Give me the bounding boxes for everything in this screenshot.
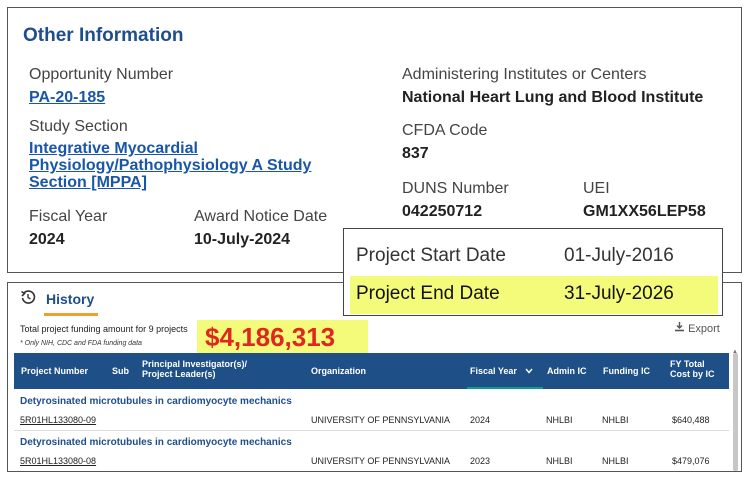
project-number-link[interactable]: 5R01HL133080-08 (20, 456, 96, 466)
download-icon (674, 322, 688, 335)
col-project-number[interactable]: Project Number (21, 366, 88, 376)
col-admin-ic[interactable]: Admin IC (547, 366, 587, 376)
project-start-label: Project Start Date (356, 245, 506, 266)
admin-ic-cell: NHLBI (546, 456, 573, 466)
fy-total-cost-cell: $640,488 (672, 415, 710, 425)
award-notice-date-value: 10-July-2024 (194, 231, 291, 248)
uei-label: UEI (583, 180, 610, 197)
project-title-link[interactable]: Detyrosinated microtubules in cardiomyoc… (20, 396, 292, 407)
organization-cell: UNIVERSITY OF PENNSYLVANIA (311, 415, 451, 425)
project-dates-callout: Project Start Date 01-July-2016 Project … (343, 228, 723, 316)
sorted-column-indicator (467, 387, 543, 389)
fiscal-year-value: 2024 (29, 231, 65, 248)
project-start-row: Project Start Date 01-July-2016 (344, 238, 722, 276)
col-pi-line-1: Principal Investigator(s)/ (142, 359, 248, 369)
project-start-value: 01-July-2016 (564, 245, 674, 266)
study-section-link[interactable]: Integrative Myocardial Physiology/Pathop… (29, 140, 349, 191)
study-section-line-2: Physiology/Pathophysiology A Study (29, 157, 312, 174)
study-section-label: Study Section (29, 118, 128, 135)
col-principal-investigator[interactable]: Principal Investigator(s)/ Project Leade… (142, 359, 247, 379)
project-number-link[interactable]: 5R01HL133080-09 (20, 415, 96, 425)
study-section-line-3: Section [MPPA] (29, 174, 147, 191)
administering-ic-label: Administering Institutes or Centers (402, 66, 647, 83)
funding-ic-cell: NHLBI (602, 415, 629, 425)
cfda-code-label: CFDA Code (402, 122, 488, 139)
col-fiscal-year[interactable]: Fiscal Year (470, 366, 533, 376)
study-section-line-1: Integrative Myocardial (29, 140, 198, 157)
total-funding-amount: $4,186,313 (205, 322, 336, 352)
row-divider (14, 430, 729, 431)
history-table-header: Project Number Sub Principal Investigato… (14, 353, 729, 389)
fiscal-year-cell: 2023 (470, 456, 491, 466)
fy-total-cost-cell: $479,076 (672, 456, 710, 466)
col-fiscal-year-label: Fiscal Year (470, 366, 517, 376)
total-amount-highlight: $4,186,313 (197, 320, 368, 353)
col-organization[interactable]: Organization (311, 366, 366, 376)
other-information-title: Other Information (23, 25, 184, 46)
active-tab-indicator (44, 313, 98, 316)
tab-history[interactable]: History (46, 291, 94, 307)
cfda-code-value: 837 (402, 145, 429, 162)
history-icon (20, 289, 36, 309)
project-title-link[interactable]: Detyrosinated microtubules in cardiomyoc… (20, 437, 292, 448)
admin-ic-cell: NHLBI (546, 415, 573, 425)
export-label: Export (688, 323, 720, 335)
duns-number-value: 042250712 (402, 203, 483, 220)
project-end-label: Project End Date (356, 283, 500, 304)
vertical-scrollbar[interactable] (733, 353, 738, 471)
col-fy-total-cost[interactable]: FY Total Cost by IC (670, 359, 715, 379)
project-end-row: Project End Date 31-July-2026 (350, 276, 718, 314)
col-funding-ic[interactable]: Funding IC (603, 366, 650, 376)
opportunity-number-link[interactable]: PA-20-185 (29, 89, 105, 106)
opportunity-number-label: Opportunity Number (29, 66, 174, 83)
project-end-value: 31-July-2026 (564, 283, 674, 304)
fiscal-year-label: Fiscal Year (29, 208, 108, 225)
col-pi-line-2: Project Leader(s) (142, 369, 216, 379)
col-fy-total-line-2: Cost by IC (670, 369, 715, 379)
funding-source-note: * Only NIH, CDC and FDA funding data (20, 340, 142, 347)
sort-descending-icon (525, 366, 533, 376)
fiscal-year-cell: 2024 (470, 415, 491, 425)
col-fy-total-line-1: FY Total (670, 359, 705, 369)
organization-cell: UNIVERSITY OF PENNSYLVANIA (311, 456, 451, 466)
uei-value: GM1XX56LEP58 (583, 203, 706, 220)
total-funding-note: Total project funding amount for 9 proje… (20, 324, 188, 334)
export-button[interactable]: Export (674, 321, 720, 335)
funding-ic-cell: NHLBI (602, 456, 629, 466)
history-icon-svg (21, 290, 36, 304)
duns-number-label: DUNS Number (402, 180, 509, 197)
col-sub[interactable]: Sub (112, 366, 129, 376)
award-notice-date-label: Award Notice Date (194, 208, 328, 225)
administering-ic-value: National Heart Lung and Blood Institute (402, 89, 704, 106)
